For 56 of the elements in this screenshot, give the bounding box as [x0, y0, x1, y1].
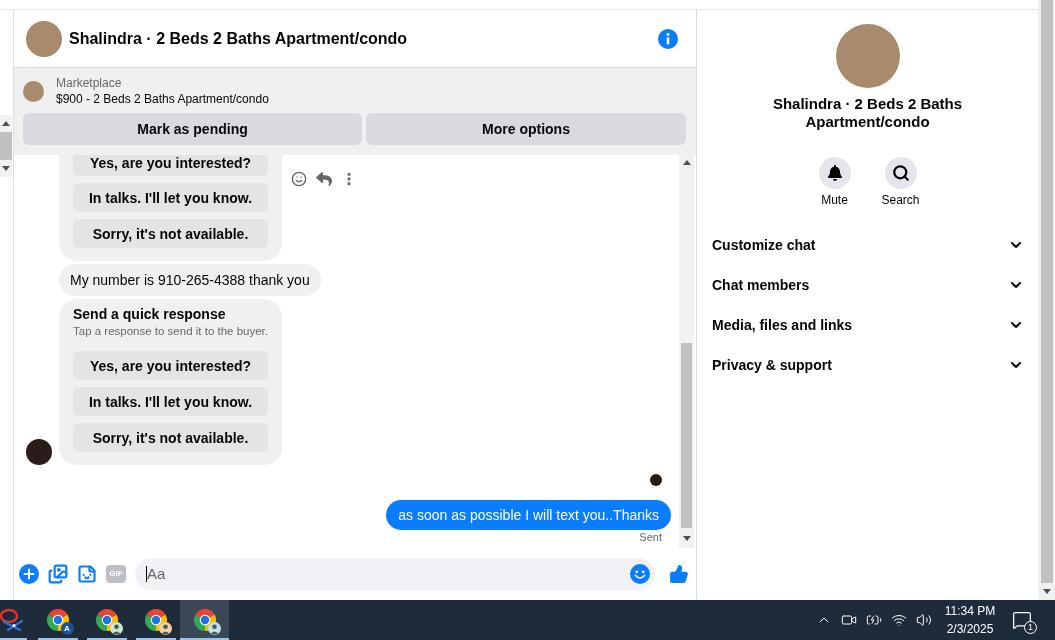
avatar	[26, 439, 52, 465]
text-cursor	[146, 566, 147, 582]
browser-icon	[45, 608, 70, 632]
battery-icon[interactable]	[866, 612, 882, 628]
search-button[interactable]: Search	[880, 157, 921, 207]
quick-reply-button[interactable]: In talks. I'll let you know.	[73, 387, 268, 416]
section-row[interactable]: Customize chat	[697, 225, 1038, 265]
quick-reply-button[interactable]: Sorry, it's not available.	[73, 423, 268, 452]
message-bubble: as soon as possible I will text you..Thanks	[386, 500, 671, 530]
quick-reply-button[interactable]: Yes, are you interested?	[73, 351, 268, 380]
scissors-icon	[0, 608, 26, 632]
mute-button[interactable]: Mute	[814, 157, 855, 207]
taskbar-app-button[interactable]: A	[33, 600, 82, 640]
sticker-icon[interactable]	[77, 564, 97, 584]
section-row[interactable]: Media, files and links	[697, 305, 1038, 345]
scroll-down-icon[interactable]	[682, 535, 691, 541]
card-subtitle: Tap a response to send it to the buyer.	[73, 324, 268, 339]
scroll-down-icon[interactable]	[1042, 589, 1051, 594]
camera-icon[interactable]	[841, 612, 857, 628]
search-icon	[884, 157, 917, 189]
photo-placeholder	[23, 80, 44, 102]
listing-source: Marketplace	[56, 75, 123, 91]
taskbar-app-button[interactable]	[180, 600, 229, 640]
scrollbar-thumb[interactable]	[1040, 0, 1053, 583]
section-row[interactable]: Privacy & support	[697, 345, 1038, 385]
listing-title: $900 - 2 Beds 2 Baths Apartment/condo	[56, 91, 269, 107]
volume-icon[interactable]	[916, 612, 932, 628]
clock[interactable]: 11:34 PM 2/3/2025	[938, 602, 1002, 638]
message-input[interactable]: Aa	[135, 558, 655, 590]
quick-reply-button[interactable]: Yes, are you interested?	[73, 155, 268, 176]
like-icon[interactable]	[669, 564, 689, 584]
conversation-title: Shalindra · 2 Beds 2 Baths Apartment/condo	[771, 95, 964, 131]
plus-circle-icon[interactable]	[19, 564, 39, 584]
scrollbar-thumb[interactable]	[681, 343, 692, 528]
scrollbar-thumb[interactable]	[0, 132, 12, 160]
card-title: Send a quick response	[73, 305, 227, 323]
scroll-down-icon[interactable]	[2, 166, 10, 171]
quick-reply-button[interactable]: In talks. I'll let you know.	[73, 183, 268, 212]
reply-icon[interactable]	[316, 171, 332, 187]
chat-title: Shalindra · 2 Beds 2 Baths Apartment/condo	[69, 28, 408, 49]
message-status: Sent	[639, 530, 662, 544]
notification-count: 1	[1024, 621, 1037, 634]
info-icon[interactable]	[658, 28, 678, 49]
photos-icon[interactable]	[48, 564, 68, 584]
listing-action-button[interactable]: More options	[366, 113, 686, 145]
bell-icon	[818, 157, 851, 189]
section-row[interactable]: Chat members	[697, 265, 1038, 305]
smiley-icon[interactable]	[291, 171, 307, 187]
listing-action-button[interactable]: Mark as pending	[23, 113, 362, 145]
wifi-icon[interactable]	[891, 612, 907, 628]
photo-placeholder	[26, 20, 62, 57]
message-bubble: My number is 910-265-4388 thank you	[59, 264, 321, 296]
emoji-icon[interactable]	[630, 564, 650, 584]
quick-reply-button[interactable]: Sorry, it's not available.	[73, 219, 268, 248]
scroll-up-icon[interactable]	[2, 121, 10, 126]
scroll-up-icon[interactable]	[682, 160, 691, 165]
